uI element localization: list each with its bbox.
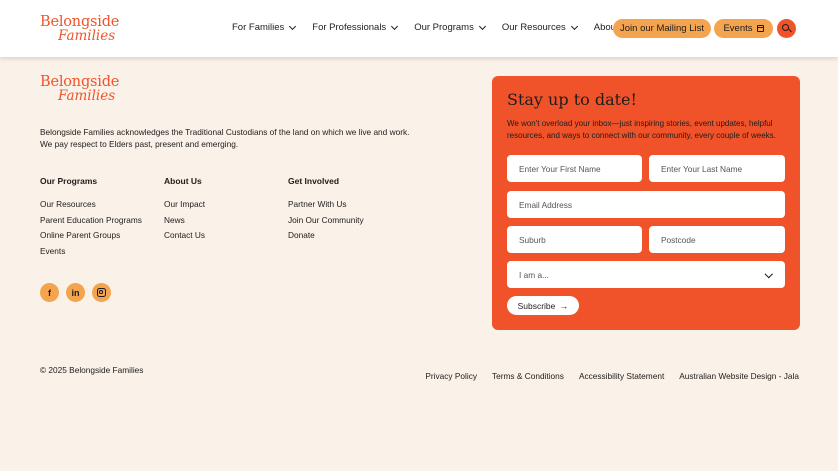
nav-label: Our Programs (414, 22, 474, 33)
footer-link-our-impact[interactable]: Our Impact (164, 198, 205, 214)
acknowledgement-line-2: We pay respect to Elders past, present a… (40, 139, 239, 149)
terms-link[interactable]: Terms & Conditions (492, 371, 564, 381)
newsletter-title: Stay up to date! (507, 90, 637, 109)
nav-label: Our Resources (501, 22, 566, 33)
brand-logo[interactable]: Belongside Families (40, 15, 119, 43)
footer-column-get-involved: Partner With Us Join Our Community Donat… (288, 198, 364, 245)
main-nav: For Families For Professionals Our Progr… (232, 22, 645, 33)
privacy-policy-link[interactable]: Privacy Policy (425, 371, 477, 381)
acknowledgement-line-1: Belongside Families acknowledges the Tra… (40, 127, 410, 137)
events-label: Events (723, 23, 753, 34)
calendar-icon (756, 25, 764, 32)
chevron-down-icon (391, 22, 399, 30)
footer-column-title-about: About Us (164, 176, 202, 186)
footer-link-join-our-community[interactable]: Join Our Community (288, 214, 364, 230)
instagram-icon[interactable] (92, 283, 111, 302)
postcode-field[interactable]: Postcode (649, 226, 785, 253)
chevron-down-icon (478, 22, 486, 30)
footer-logo[interactable]: Belongside Families (40, 75, 119, 103)
role-select-value: I am a... (519, 269, 549, 280)
events-button[interactable]: Events (714, 19, 773, 38)
footer-link-our-resources[interactable]: Our Resources (40, 198, 142, 214)
role-select[interactable]: I am a... (507, 261, 785, 288)
arrow-right-icon: → (559, 300, 569, 311)
logo-line-2: Families (58, 87, 116, 104)
subscribe-label: Subscribe (517, 300, 556, 311)
footer-link-partner-with-us[interactable]: Partner With Us (288, 198, 364, 214)
newsletter-description: We won't overload your inbox—just inspir… (507, 119, 776, 140)
nav-label: For Professionals (312, 22, 387, 33)
chevron-down-icon (570, 22, 578, 30)
search-button[interactable] (777, 19, 796, 38)
chevron-down-icon (289, 22, 297, 30)
accessibility-statement-link[interactable]: Accessibility Statement (579, 371, 664, 381)
footer-link-donate[interactable]: Donate (288, 229, 364, 245)
nav-item-our-programs[interactable]: Our Programs (414, 22, 486, 33)
footer-link-news[interactable]: News (164, 214, 205, 230)
land-acknowledgement: Belongside Families acknowledges the Tra… (40, 126, 420, 150)
footer-column-about: Our Impact News Contact Us (164, 198, 205, 245)
website-design-credit-link[interactable]: Australian Website Design - Jala (679, 371, 799, 381)
footer-column-title-programs: Our Programs (40, 176, 98, 186)
footer-link-events[interactable]: Events (40, 245, 142, 261)
nav-item-for-professionals[interactable]: For Professionals (312, 22, 399, 33)
footer-column-programs: Our Resources Parent Education Programs … (40, 198, 142, 261)
facebook-icon[interactable]: f (40, 283, 59, 302)
nav-item-our-resources[interactable]: Our Resources (501, 22, 578, 33)
subscribe-button[interactable]: Subscribe → (507, 296, 579, 315)
suburb-field[interactable]: Suburb (507, 226, 642, 253)
linkedin-icon[interactable]: in (66, 283, 85, 302)
nav-item-for-families[interactable]: For Families (232, 22, 297, 33)
footer-link-contact-us[interactable]: Contact Us (164, 229, 205, 245)
footer-link-parent-education-programs[interactable]: Parent Education Programs (40, 214, 142, 230)
nav-label: For Families (232, 22, 285, 33)
copyright-text: © 2025 Belongside Families (40, 365, 144, 375)
site-header: Belongside Families For Families For Pro… (0, 0, 838, 57)
footer-column-title-get-involved: Get Involved (288, 176, 340, 186)
logo-line-2: Families (58, 27, 116, 44)
join-mailing-list-button[interactable]: Join our Mailing List (613, 19, 711, 38)
footer-link-online-parent-groups[interactable]: Online Parent Groups (40, 229, 142, 245)
newsletter-signup-card: Stay up to date! We won't overload your … (492, 76, 800, 330)
first-name-field[interactable]: Enter Your First Name (507, 155, 642, 182)
chevron-down-icon (764, 269, 773, 278)
email-field[interactable]: Email Address (507, 191, 785, 218)
last-name-field[interactable]: Enter Your Last Name (649, 155, 785, 182)
social-links: f in (40, 283, 111, 302)
legal-links: Privacy Policy Terms & Conditions Access… (425, 371, 799, 381)
